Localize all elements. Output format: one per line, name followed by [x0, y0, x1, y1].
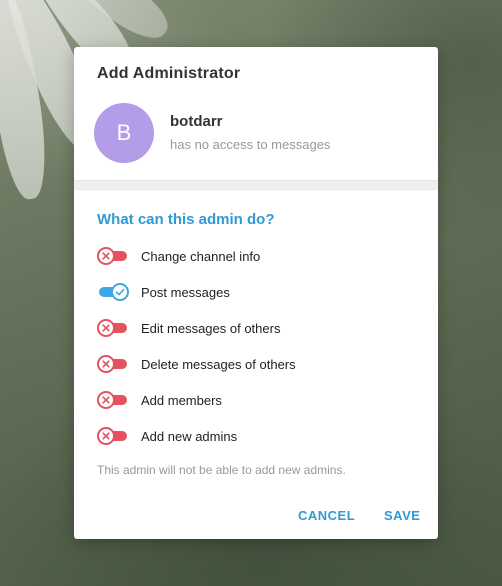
- permission-toggle[interactable]: [97, 282, 129, 302]
- toggle-knob: [97, 319, 115, 337]
- cancel-button[interactable]: CANCEL: [294, 506, 359, 525]
- toggle-knob: [97, 427, 115, 445]
- permission-change-channel-info[interactable]: Change channel info: [97, 244, 417, 268]
- toggle-knob: [97, 391, 115, 409]
- permissions-hint: This admin will not be able to add new a…: [97, 463, 346, 477]
- permission-add-members[interactable]: Add members: [97, 388, 417, 412]
- dialog-title: Add Administrator: [97, 65, 241, 82]
- add-admin-dialog: Add Administrator B botdarr has no acces…: [74, 47, 438, 539]
- permission-toggle[interactable]: [97, 390, 129, 410]
- permission-label: Delete messages of others: [141, 356, 296, 372]
- permission-toggle[interactable]: [97, 426, 129, 446]
- permission-label: Post messages: [141, 284, 230, 300]
- cross-icon: [102, 252, 110, 260]
- permission-label: Add new admins: [141, 428, 238, 444]
- section-divider: [74, 180, 438, 190]
- permission-toggle[interactable]: [97, 318, 129, 338]
- permission-toggle[interactable]: [97, 354, 129, 374]
- toggle-knob: [97, 247, 115, 265]
- cross-icon: [102, 360, 110, 368]
- check-icon: [115, 288, 125, 296]
- permission-add-new-admins[interactable]: Add new admins: [97, 424, 417, 448]
- user-name: botdarr: [170, 113, 223, 130]
- cross-icon: [102, 432, 110, 440]
- avatar: B: [94, 103, 154, 163]
- save-button[interactable]: SAVE: [380, 506, 424, 525]
- permission-delete-messages[interactable]: Delete messages of others: [97, 352, 417, 376]
- permissions-heading: What can this admin do?: [97, 211, 275, 228]
- user-status: has no access to messages: [170, 137, 331, 152]
- permission-label: Add members: [141, 392, 222, 408]
- permission-toggle[interactable]: [97, 246, 129, 266]
- toggle-knob: [97, 355, 115, 373]
- cross-icon: [102, 324, 110, 332]
- permission-post-messages[interactable]: Post messages: [97, 280, 417, 304]
- permission-label: Edit messages of others: [141, 320, 281, 336]
- permission-label: Change channel info: [141, 248, 261, 264]
- permission-edit-messages[interactable]: Edit messages of others: [97, 316, 417, 340]
- toggle-knob: [111, 283, 129, 301]
- cross-icon: [102, 396, 110, 404]
